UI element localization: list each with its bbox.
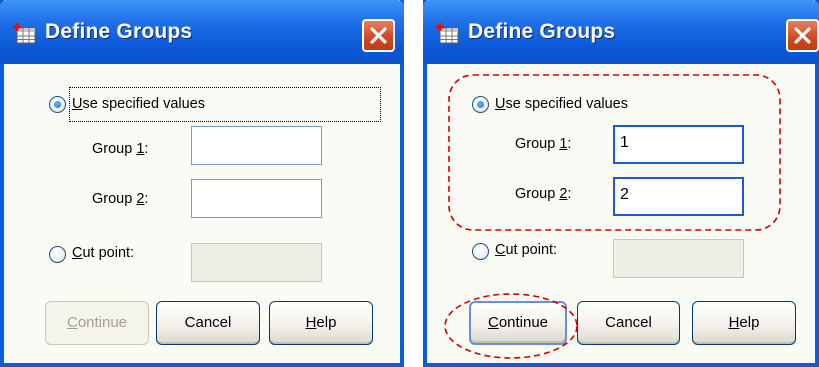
title-bar[interactable]: Define Groups <box>423 0 819 64</box>
use-specified-values-radio[interactable] <box>49 96 66 113</box>
use-specified-values-label[interactable]: Use specified values <box>72 96 205 112</box>
close-icon <box>794 27 811 44</box>
close-button[interactable] <box>786 19 819 52</box>
define-groups-dialog-right: Define Groups Use specified values Group… <box>423 0 819 367</box>
group2-input[interactable]: 2 <box>613 177 744 216</box>
spss-table-icon <box>436 23 459 44</box>
continue-button[interactable]: Continue <box>469 301 567 345</box>
close-button[interactable] <box>362 19 395 52</box>
group1-input[interactable]: 1 <box>613 125 744 164</box>
group1-label: Group 1: <box>92 141 149 157</box>
group2-label: Group 2: <box>92 191 149 207</box>
use-specified-values-radio[interactable] <box>472 96 489 113</box>
help-button[interactable]: Help <box>269 301 373 345</box>
continue-button[interactable]: Continue <box>45 301 149 345</box>
cut-point-label[interactable]: Cut point: <box>495 242 557 258</box>
dialog-title: Define Groups <box>468 20 616 43</box>
cut-point-radio[interactable] <box>472 243 489 260</box>
cancel-button[interactable]: Cancel <box>156 301 260 345</box>
cancel-button[interactable]: Cancel <box>577 301 680 345</box>
help-button[interactable]: Help <box>692 301 796 345</box>
dialog-title: Define Groups <box>45 20 193 43</box>
group2-input[interactable] <box>191 179 322 218</box>
cut-point-label[interactable]: Cut point: <box>72 245 134 261</box>
group1-input[interactable] <box>191 126 322 165</box>
group2-label: Group 2: <box>515 186 572 202</box>
title-bar[interactable]: Define Groups <box>0 0 404 64</box>
spss-table-icon <box>13 23 36 44</box>
cut-point-radio[interactable] <box>49 246 66 263</box>
define-groups-dialog-left: Define Groups Use specified values Group… <box>0 0 404 367</box>
use-specified-values-label[interactable]: Use specified values <box>495 96 628 112</box>
cut-point-input <box>191 243 322 282</box>
cut-point-input <box>613 239 744 278</box>
group1-label: Group 1: <box>515 136 572 152</box>
close-icon <box>370 27 387 44</box>
